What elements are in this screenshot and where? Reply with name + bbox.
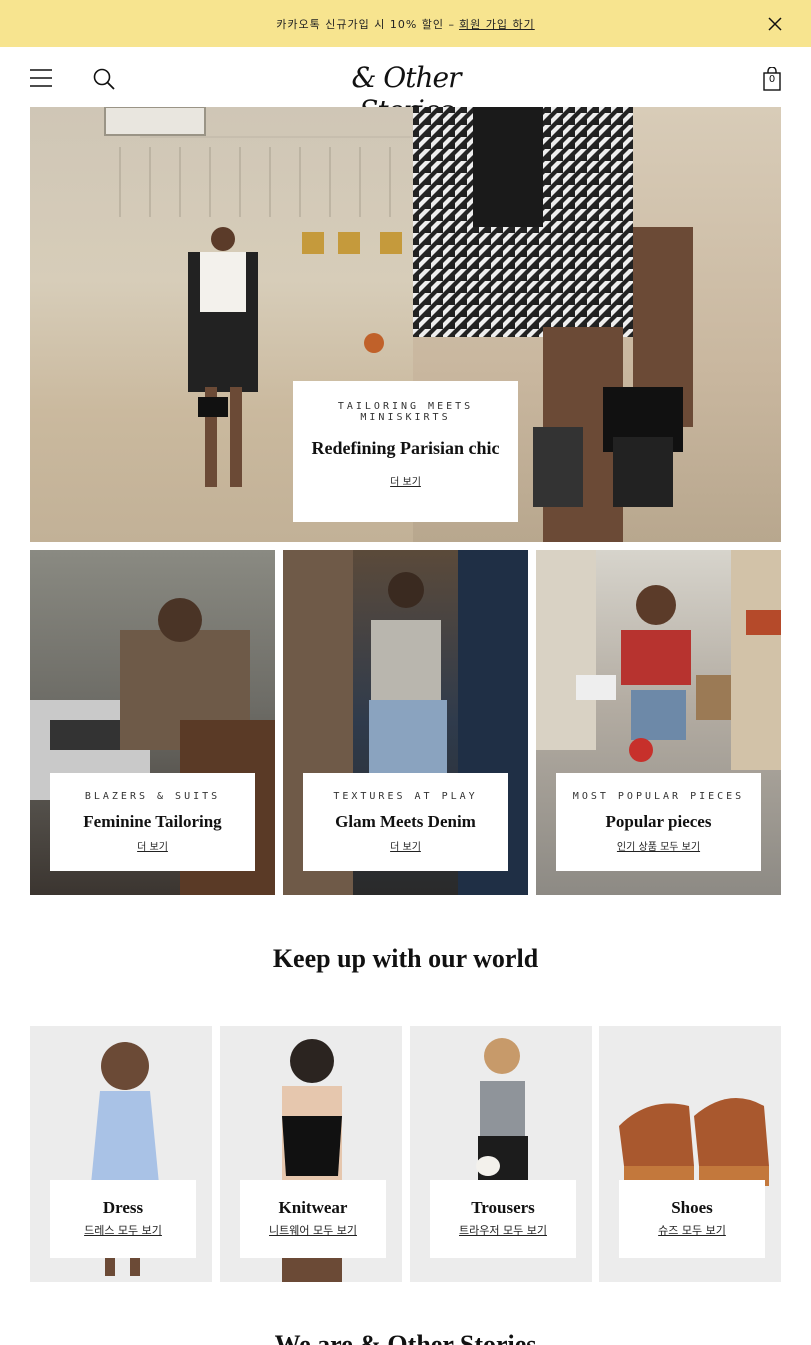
tile-more-link[interactable]: 더 보기	[50, 838, 255, 853]
category-link[interactable]: 니트웨어 모두 보기	[240, 1222, 386, 1238]
tile-eyebrow: MOST POPULAR PIECES	[572, 791, 745, 802]
hero-card: TAILORING MEETS MINISKIRTS Redefining Pa…	[293, 381, 518, 522]
tile-eyebrow: BLAZERS & SUITS	[84, 791, 221, 802]
category-title[interactable]: Trousers	[430, 1198, 576, 1218]
tile-eyebrow: TEXTURES AT PLAY	[333, 791, 478, 802]
tile-glam-meets-denim[interactable]: TEXTURES AT PLAY Glam Meets Denim 더 보기	[283, 550, 528, 895]
category-card: Trousers 트라우저 모두 보기	[430, 1180, 576, 1258]
tile-title[interactable]: Feminine Tailoring	[50, 812, 255, 832]
tile-title[interactable]: Popular pieces	[556, 812, 761, 832]
category-title[interactable]: Knitwear	[240, 1198, 386, 1218]
category-title[interactable]: Shoes	[619, 1198, 765, 1218]
signup-link[interactable]: 회원 가입 하기	[459, 16, 535, 32]
close-icon[interactable]	[767, 16, 783, 32]
category-card: Dress 드레스 모두 보기	[50, 1180, 196, 1258]
category-link[interactable]: 슈즈 모두 보기	[619, 1222, 765, 1238]
category-link[interactable]: 트라우저 모두 보기	[430, 1222, 576, 1238]
tile-card: TEXTURES AT PLAY Glam Meets Denim 더 보기	[303, 773, 508, 871]
bag-count: 0	[768, 74, 776, 85]
shopping-bag-button[interactable]: 0	[762, 66, 782, 91]
world-section-title: Keep up with our world	[272, 944, 539, 973]
tile-card: MOST POPULAR PIECES Popular pieces 인기 상품…	[556, 773, 761, 871]
site-header: & Other Stories 0	[0, 47, 811, 127]
hero-banner[interactable]: TAILORING MEETS MINISKIRTS Redefining Pa…	[30, 107, 781, 542]
category-title[interactable]: Dress	[50, 1198, 196, 1218]
hero-more-link[interactable]: 더 보기	[293, 473, 518, 488]
promo-text: 카카오톡 신규가입 시 10% 할인 –	[276, 17, 456, 31]
about-section-title: We are & Other Stories	[274, 1330, 537, 1345]
category-trousers[interactable]: Trousers 트라우저 모두 보기	[410, 1026, 592, 1282]
category-shoes[interactable]: Shoes 슈즈 모두 보기	[599, 1026, 781, 1282]
category-link[interactable]: 드레스 모두 보기	[50, 1222, 196, 1238]
tile-popular-pieces[interactable]: MOST POPULAR PIECES Popular pieces 인기 상품…	[536, 550, 781, 895]
tile-title[interactable]: Glam Meets Denim	[303, 812, 508, 832]
search-icon[interactable]	[92, 67, 116, 91]
hero-eyebrow: TAILORING MEETS MINISKIRTS	[337, 401, 474, 423]
category-card: Knitwear 니트웨어 모두 보기	[240, 1180, 386, 1258]
tile-feminine-tailoring[interactable]: BLAZERS & SUITS Feminine Tailoring 더 보기	[30, 550, 275, 895]
category-knitwear[interactable]: Knitwear 니트웨어 모두 보기	[220, 1026, 402, 1282]
tile-card: BLAZERS & SUITS Feminine Tailoring 더 보기	[50, 773, 255, 871]
tile-more-link[interactable]: 더 보기	[303, 838, 508, 853]
promo-banner: 카카오톡 신규가입 시 10% 할인 – 회원 가입 하기	[0, 0, 811, 47]
category-card: Shoes 슈즈 모두 보기	[619, 1180, 765, 1258]
hero-title[interactable]: Redefining Parisian chic	[293, 437, 518, 459]
hamburger-menu-icon[interactable]	[30, 69, 52, 87]
category-dress[interactable]: Dress 드레스 모두 보기	[30, 1026, 212, 1282]
brand-logo[interactable]: & Other Stories	[316, 61, 496, 127]
tile-more-link[interactable]: 인기 상품 모두 보기	[556, 838, 761, 853]
